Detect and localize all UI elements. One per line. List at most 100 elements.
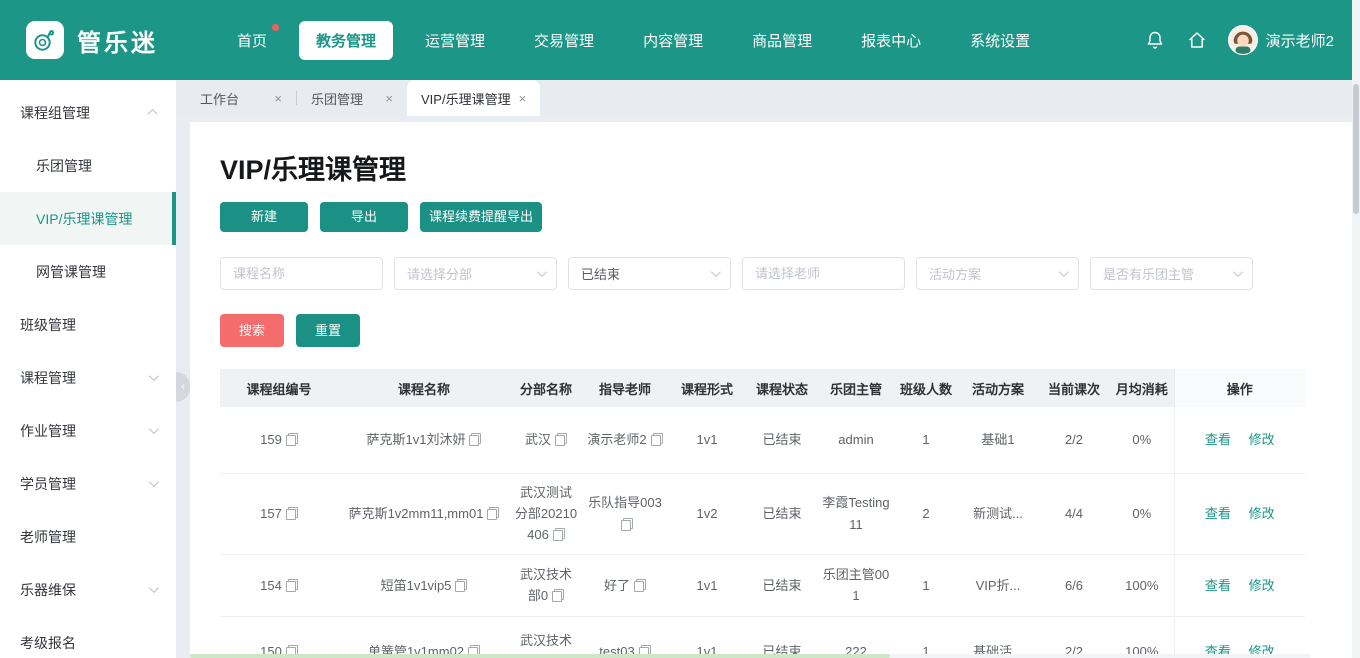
bell-icon[interactable] [1144,29,1166,51]
copy-icon[interactable] [469,433,482,447]
course-name-filter[interactable] [220,257,383,290]
chevron-down-icon [536,267,547,278]
brand-name: 管乐迷 [77,29,158,57]
course-name-input[interactable] [233,266,370,281]
avatar [1227,25,1258,55]
chevron-down-icon [148,371,159,382]
search-button[interactable]: 搜索 [220,314,284,347]
create-button[interactable]: 新建 [220,202,308,232]
col-consumption: 月均消耗 [1110,369,1174,407]
course-table: 课程组编号 课程名称 分部名称 指导老师 课程形式 课程状态 乐团主管 班级人数… [220,369,1305,658]
branch-select[interactable]: 请选择分部 [394,257,557,290]
home-icon[interactable] [1186,29,1208,51]
col-course-name: 课程名称 [338,369,510,407]
search-button-row: 搜索 重置 [220,314,1330,347]
tab-workbench[interactable]: 工作台 × [186,80,296,116]
edit-link[interactable]: 修改 [1249,578,1275,593]
close-icon[interactable]: × [519,91,527,106]
chevron-down-icon [1058,267,1069,278]
edit-link[interactable]: 修改 [1249,506,1275,521]
chevron-down-icon [148,583,159,594]
sidebar-item-homework-management[interactable]: 作业管理 [0,404,176,457]
tab-vip-music-theory-management[interactable]: VIP/乐理课管理 × [407,80,541,116]
vertical-scrollbar[interactable] [1352,0,1360,658]
vertical-scrollbar-thumb[interactable] [1353,84,1359,214]
brand-icon [26,21,64,59]
nav-academic-management[interactable]: 教务管理 [299,20,394,60]
filter-row: 请选择分部 已结束 活动方案 是否有乐团主管 [220,257,1330,290]
user-menu[interactable]: 演示老师2 [1227,25,1334,55]
tab-bar: 工作台 × 乐团管理 × VIP/乐理课管理 × [176,80,1360,116]
chevron-down-icon [148,424,159,435]
copy-icon[interactable] [487,506,500,520]
horizontal-scrollbar[interactable] [190,654,1310,658]
chevron-down-icon [148,477,159,488]
table-row: 157 萨克斯1v2mm11,mm01 武汉测试分部20210406 乐队指导0… [220,473,1305,555]
close-icon[interactable]: × [385,91,393,106]
copy-icon[interactable] [285,578,298,592]
page-title: VIP/乐理课管理 [220,155,407,185]
app-logo: 管乐迷 [26,21,158,59]
view-link[interactable]: 查看 [1205,578,1231,593]
copy-icon[interactable] [285,433,298,447]
nav-report-center[interactable]: 报表中心 [844,21,938,60]
sidebar-item-course-group-management[interactable]: 课程组管理 [0,86,176,139]
edit-link[interactable]: 修改 [1249,432,1275,447]
copy-icon[interactable] [650,433,663,447]
nav-product-management[interactable]: 商品管理 [735,21,829,60]
copy-icon[interactable] [552,589,565,603]
renewal-reminder-export-button[interactable]: 课程续费提醒导出 [420,202,543,232]
notification-dot [272,23,280,31]
export-button[interactable]: 导出 [320,202,408,232]
view-link[interactable]: 查看 [1205,506,1231,521]
copy-icon[interactable] [634,578,646,592]
close-icon[interactable]: × [274,91,282,106]
sidebar-item-vip-music-theory-management[interactable]: VIP/乐理课管理 [0,192,176,245]
top-nav: 首页 教务管理 运营管理 交易管理 内容管理 商品管理 报表中心 系统设置 [220,20,1047,60]
reset-button[interactable]: 重置 [296,314,360,347]
sidebar-item-online-course-management[interactable]: 网管课管理 [0,245,176,298]
has-orchestra-leader-select[interactable]: 是否有乐团主管 [1090,257,1253,290]
table-row: 159 萨克斯1v1刘沐妍 武汉 演示老师2 1v1 已结束 admin 1 基… [220,407,1305,474]
sidebar-item-orchestra-management[interactable]: 乐团管理 [0,139,176,192]
copy-icon[interactable] [621,517,633,531]
copy-icon[interactable] [555,433,567,447]
sidebar: 课程组管理 乐团管理 VIP/乐理课管理 网管课管理 班级管理 课程管理 作业管… [0,80,190,658]
nav-home[interactable]: 首页 [220,21,284,60]
col-branch: 分部名称 [510,369,582,407]
course-status-select[interactable]: 已结束 [568,257,731,290]
nav-operation-management[interactable]: 运营管理 [408,21,502,60]
view-link[interactable]: 查看 [1205,432,1231,447]
page-panel: VIP/乐理课管理 新建 导出 课程续费提醒导出 请选择分部 已结束 [190,122,1360,658]
nav-content-management[interactable]: 内容管理 [626,21,720,60]
sidebar-item-teacher-management[interactable]: 老师管理 [0,510,176,563]
action-button-row: 新建 导出 课程续费提醒导出 [220,202,1330,232]
nav-transaction-management[interactable]: 交易管理 [517,21,611,60]
header-right: 演示老师2 [1144,25,1334,55]
activity-plan-select[interactable]: 活动方案 [916,257,1079,290]
copy-icon[interactable] [455,578,468,592]
sidebar-item-student-management[interactable]: 学员管理 [0,457,176,510]
copy-icon[interactable] [552,528,565,542]
main-area: 工作台 × 乐团管理 × VIP/乐理课管理 × VIP/乐理课管理 新建 导出… [176,80,1360,658]
col-form: 课程形式 [668,369,746,407]
app-header: 管乐迷 首页 教务管理 运营管理 交易管理 内容管理 商品管理 报表中心 系统设… [0,0,1360,80]
col-teacher: 指导老师 [582,369,668,407]
teacher-filter[interactable] [742,257,905,290]
table-row: 150 单簧管1v1mm02 武汉技术部0 test03 1v1 已结束 222… [220,616,1305,658]
chevron-down-icon [710,267,721,278]
col-sessions: 当前课次 [1038,369,1110,407]
tab-orchestra-management[interactable]: 乐团管理 × [297,80,407,116]
content-area: VIP/乐理课管理 新建 导出 课程续费提醒导出 请选择分部 已结束 [176,116,1360,658]
horizontal-scrollbar-thumb[interactable] [190,654,890,658]
nav-system-settings[interactable]: 系统设置 [953,21,1047,60]
sidebar-item-instrument-maintenance[interactable]: 乐器维保 [0,563,176,616]
col-leader: 乐团主管 [818,369,894,407]
sidebar-item-class-management[interactable]: 班级管理 [0,298,176,351]
col-class-size: 班级人数 [894,369,958,407]
copy-icon[interactable] [285,506,298,520]
sidebar-item-grading-registration[interactable]: 考级报名 [0,616,176,658]
teacher-input[interactable] [755,266,892,281]
sidebar-item-course-management[interactable]: 课程管理 [0,351,176,404]
col-actions: 操作 [1173,369,1305,407]
